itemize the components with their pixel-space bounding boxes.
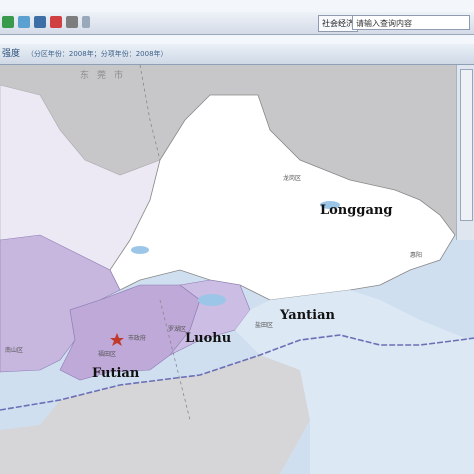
zoom-slider-panel[interactable] bbox=[456, 65, 474, 240]
map-canvas[interactable]: 东莞市 龙岗区 盐田区 罗湖区 福田区 南山区 市政府 惠阳 Longgang … bbox=[0, 64, 474, 474]
zoom-slider-thumb[interactable] bbox=[460, 69, 473, 221]
back-icon[interactable] bbox=[2, 16, 14, 28]
reservoir-1 bbox=[198, 294, 226, 306]
dropdown-icon[interactable] bbox=[82, 16, 90, 28]
district-label-longgang: Longgang bbox=[320, 203, 393, 218]
label-nanshan-cn: 南山区 bbox=[5, 347, 24, 354]
label-city-gov: 市政府 bbox=[128, 335, 147, 342]
toolbar: 社会经济 请输入查询内容 bbox=[0, 12, 474, 35]
label-longgang-cn: 龙岗区 bbox=[283, 175, 302, 182]
search-input[interactable]: 请输入查询内容 bbox=[352, 15, 470, 30]
layer-title: 强度 bbox=[2, 49, 21, 59]
label-futian-cn: 福田区 bbox=[98, 351, 117, 358]
map-svg bbox=[0, 64, 474, 474]
app-window: 社会经济 请输入查询内容 强度 （分区年份：2008年；分项年份：2008年） bbox=[0, 0, 474, 474]
district-label-futian: Futian bbox=[92, 366, 140, 381]
district-label-luohu: Luohu bbox=[185, 331, 232, 346]
map-icon[interactable] bbox=[18, 16, 30, 28]
label-dongguan: 东莞市 bbox=[80, 71, 132, 81]
reservoir-2 bbox=[131, 246, 149, 254]
layer-title-bar: 强度 （分区年份：2008年；分项年份：2008年） bbox=[0, 44, 474, 65]
label-luohu-cn: 罗湖区 bbox=[168, 326, 187, 333]
layer-year-note: （分区年份：2008年；分项年份：2008年） bbox=[26, 50, 168, 58]
label-huiyang: 惠阳 bbox=[410, 252, 423, 259]
district-label-yantian: Yantian bbox=[280, 308, 335, 323]
print-icon[interactable] bbox=[66, 16, 78, 28]
disk-icon[interactable] bbox=[34, 16, 46, 28]
layers-icon[interactable] bbox=[50, 16, 62, 28]
label-yantian-cn: 盐田区 bbox=[255, 322, 274, 329]
